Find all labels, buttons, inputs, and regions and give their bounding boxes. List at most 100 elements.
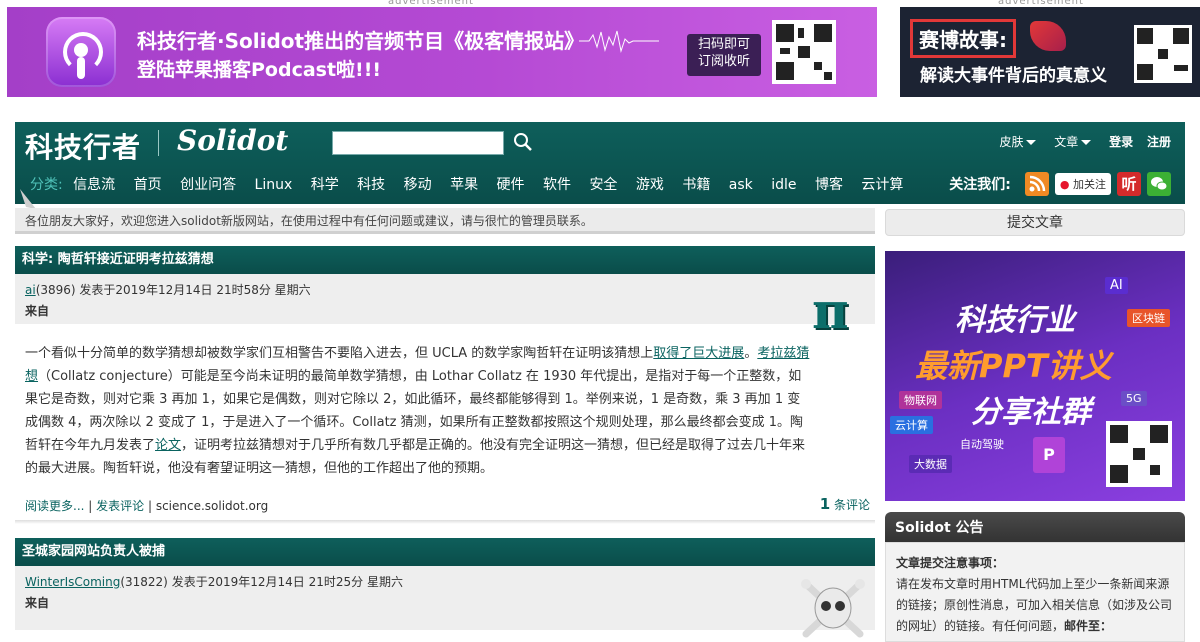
article-label: 文章	[1054, 135, 1079, 149]
header-user-menu: 皮肤 文章 登录 注册	[985, 133, 1171, 150]
logo-divider	[158, 130, 159, 156]
submit-article-button[interactable]: 提交文章	[885, 209, 1185, 236]
announcement-title: Solidot 公告	[885, 512, 1185, 542]
nav-item-software[interactable]: 软件	[543, 177, 571, 193]
ad-tag: 大数据	[909, 455, 952, 473]
paper-link[interactable]: 论文	[155, 438, 181, 453]
author-link[interactable]: WinterIsComing	[25, 575, 120, 589]
comment-label: 条评论	[833, 498, 870, 512]
side-ad-tagline: 分享社群	[971, 395, 1091, 430]
nav-item-tech[interactable]: 科技	[357, 177, 385, 193]
nav-item-idle[interactable]: idle	[771, 177, 796, 193]
qr-code-icon	[1134, 25, 1192, 83]
announcement-line: 的网址）的链接。有任何问题，邮件至：	[896, 619, 1113, 633]
site-header: 科技行者 Solidot 皮肤 文章 登录 注册 分类: 信息流 首页 创业问答…	[15, 122, 1185, 204]
nav-item-science[interactable]: 科学	[311, 177, 339, 193]
author-score: (31822)	[120, 575, 168, 589]
article-menu[interactable]: 文章	[1054, 135, 1092, 149]
weibo-icon: ●	[1059, 178, 1070, 191]
ad-tag: 物联网	[899, 391, 942, 409]
weibo-follow-label: 加关注	[1073, 178, 1106, 191]
story-body: 一个看似十分简单的数学猜想却被数学家们互相警告不要陷入进去，但 UCLA 的数学…	[25, 346, 810, 476]
chevron-down-icon	[1081, 140, 1092, 145]
ad-tag: 区块链	[1127, 309, 1170, 327]
story-domain: science.solidot.org	[155, 499, 269, 513]
cyber-story-ad-banner[interactable]: 赛博故事: 解读大事件背后的真意义	[900, 7, 1200, 97]
podcast-icon-stem	[77, 57, 85, 79]
post-date: 发表于2019年12月14日 21时25分 星期六	[171, 575, 403, 589]
nav-item-blog[interactable]: 博客	[815, 177, 843, 193]
wechat-icon[interactable]	[1147, 172, 1171, 196]
nav-item-apple[interactable]: 苹果	[450, 177, 478, 193]
qr-code-icon	[772, 20, 836, 84]
tech-ppt-ad-banner[interactable]: 科技行业 最新PPT讲义 分享社群 AI 区块链 物联网 5G 云计算 自动驾驶…	[885, 251, 1185, 501]
ad-subheadline: 登陆苹果播客Podcast啦!!!	[137, 59, 382, 81]
nav-item-ask[interactable]: ask	[729, 177, 753, 193]
story-actions: 阅读更多... | 发表评论 | science.solidot.org	[25, 499, 269, 513]
login-link[interactable]: 登录	[1109, 135, 1133, 149]
scan-to-subscribe-label: 扫码即可 订阅收听	[687, 34, 761, 76]
nav-item-home[interactable]: 首页	[134, 177, 162, 193]
source-label: 来自	[25, 596, 50, 610]
chevron-down-icon	[1026, 140, 1037, 145]
weibo-follow-button[interactable]: ● 加关注	[1054, 173, 1111, 195]
post-comment-link[interactable]: 发表评论	[96, 499, 144, 513]
author-link[interactable]: ai	[25, 283, 36, 297]
brand-logo-icon	[1030, 21, 1066, 51]
follow-label: 关注我们:	[949, 177, 1011, 193]
category-nav: 分类: 信息流 首页 创业问答 Linux 科学 科技 移动 苹果 硬件 软件 …	[30, 174, 917, 194]
site-notice: 各位朋友大家好，欢迎您进入solidot新版网站，在使用过程中有任何问题或建议，…	[15, 208, 875, 234]
story-divider	[15, 520, 875, 524]
follow-us: 关注我们: ● 加关注 听	[949, 172, 1171, 196]
skull-icon	[801, 579, 865, 638]
register-link[interactable]: 注册	[1147, 135, 1171, 149]
nav-item-games[interactable]: 游戏	[636, 177, 664, 193]
skin-menu[interactable]: 皮肤	[999, 135, 1037, 149]
site-logo-en[interactable]: Solidot	[177, 124, 288, 157]
read-more-link[interactable]: 阅读更多...	[25, 499, 84, 513]
ad-tag: 5G	[1121, 391, 1147, 406]
listen-icon[interactable]: 听	[1117, 172, 1141, 196]
story-meta: ai(3896) 发表于2019年12月14日 21时58分 星期六 来自	[15, 274, 875, 324]
ad-title: 赛博故事:	[910, 19, 1016, 58]
side-ad-subheadline: 最新PPT讲义	[915, 347, 1112, 385]
progress-link[interactable]: 取得了巨大进展	[653, 346, 744, 361]
sound-wave-icon	[579, 30, 659, 53]
ad-subtitle: 解读大事件背后的真意义	[920, 66, 1107, 86]
ad-tag: 云计算	[890, 416, 933, 434]
nav-item-feed[interactable]: 信息流	[73, 177, 115, 193]
comment-count: 1	[819, 495, 831, 513]
document-icon: P	[1033, 437, 1065, 473]
story-title[interactable]: 科学: 陶哲轩接近证明考拉兹猜想	[15, 246, 875, 274]
ad-tag: 自动驾驶	[960, 438, 1004, 451]
announcement-body: 文章提交注意事项： 请在发布文章时用HTML代码加上至少一条新闻来源 的链接；原…	[885, 542, 1185, 642]
search-icon[interactable]	[513, 132, 533, 152]
search-input[interactable]	[332, 131, 504, 155]
side-ad-headline: 科技行业	[955, 303, 1075, 338]
nav-item-hardware[interactable]: 硬件	[497, 177, 525, 193]
source-label: 来自	[25, 304, 50, 318]
pi-icon: π	[812, 281, 849, 340]
podcast-ad-banner[interactable]: 科技行者·Solidot推出的音频节目《极客情报站》 登陆苹果播客Podcast…	[7, 7, 877, 97]
ad-headline: 科技行者·Solidot推出的音频节目《极客情报站》	[137, 29, 585, 53]
announcement-line: 请在发布文章时用HTML代码加上至少一条新闻来源	[896, 577, 1170, 591]
nav-item-mobile[interactable]: 移动	[404, 177, 432, 193]
post-date: 发表于2019年12月14日 21时58分 星期六	[79, 283, 311, 297]
ad-tag: AI	[1105, 277, 1128, 294]
site-logo-cn[interactable]: 科技行者	[25, 126, 141, 166]
comment-count-link[interactable]: 1 条评论	[820, 495, 870, 513]
nav-item-startup-qa[interactable]: 创业问答	[180, 177, 236, 193]
story-title[interactable]: 圣城家园网站负责人被捕	[15, 538, 875, 566]
nav-item-books[interactable]: 书籍	[682, 177, 710, 193]
nav-item-cloud[interactable]: 云计算	[861, 177, 903, 193]
skin-label: 皮肤	[999, 135, 1024, 149]
ad-label: advertisement	[388, 0, 474, 7]
announcement-line: 的链接；原创性消息，可加入相关信息（如涉及公司	[896, 598, 1173, 612]
author-score: (3896)	[35, 283, 76, 297]
qr-code-icon	[1106, 421, 1172, 487]
rss-icon[interactable]	[1024, 172, 1049, 196]
announcement-heading: 文章提交注意事项：	[896, 556, 1005, 570]
ad-label: advertisement	[998, 0, 1084, 7]
nav-item-linux[interactable]: Linux	[255, 177, 293, 193]
nav-item-security[interactable]: 安全	[589, 177, 617, 193]
